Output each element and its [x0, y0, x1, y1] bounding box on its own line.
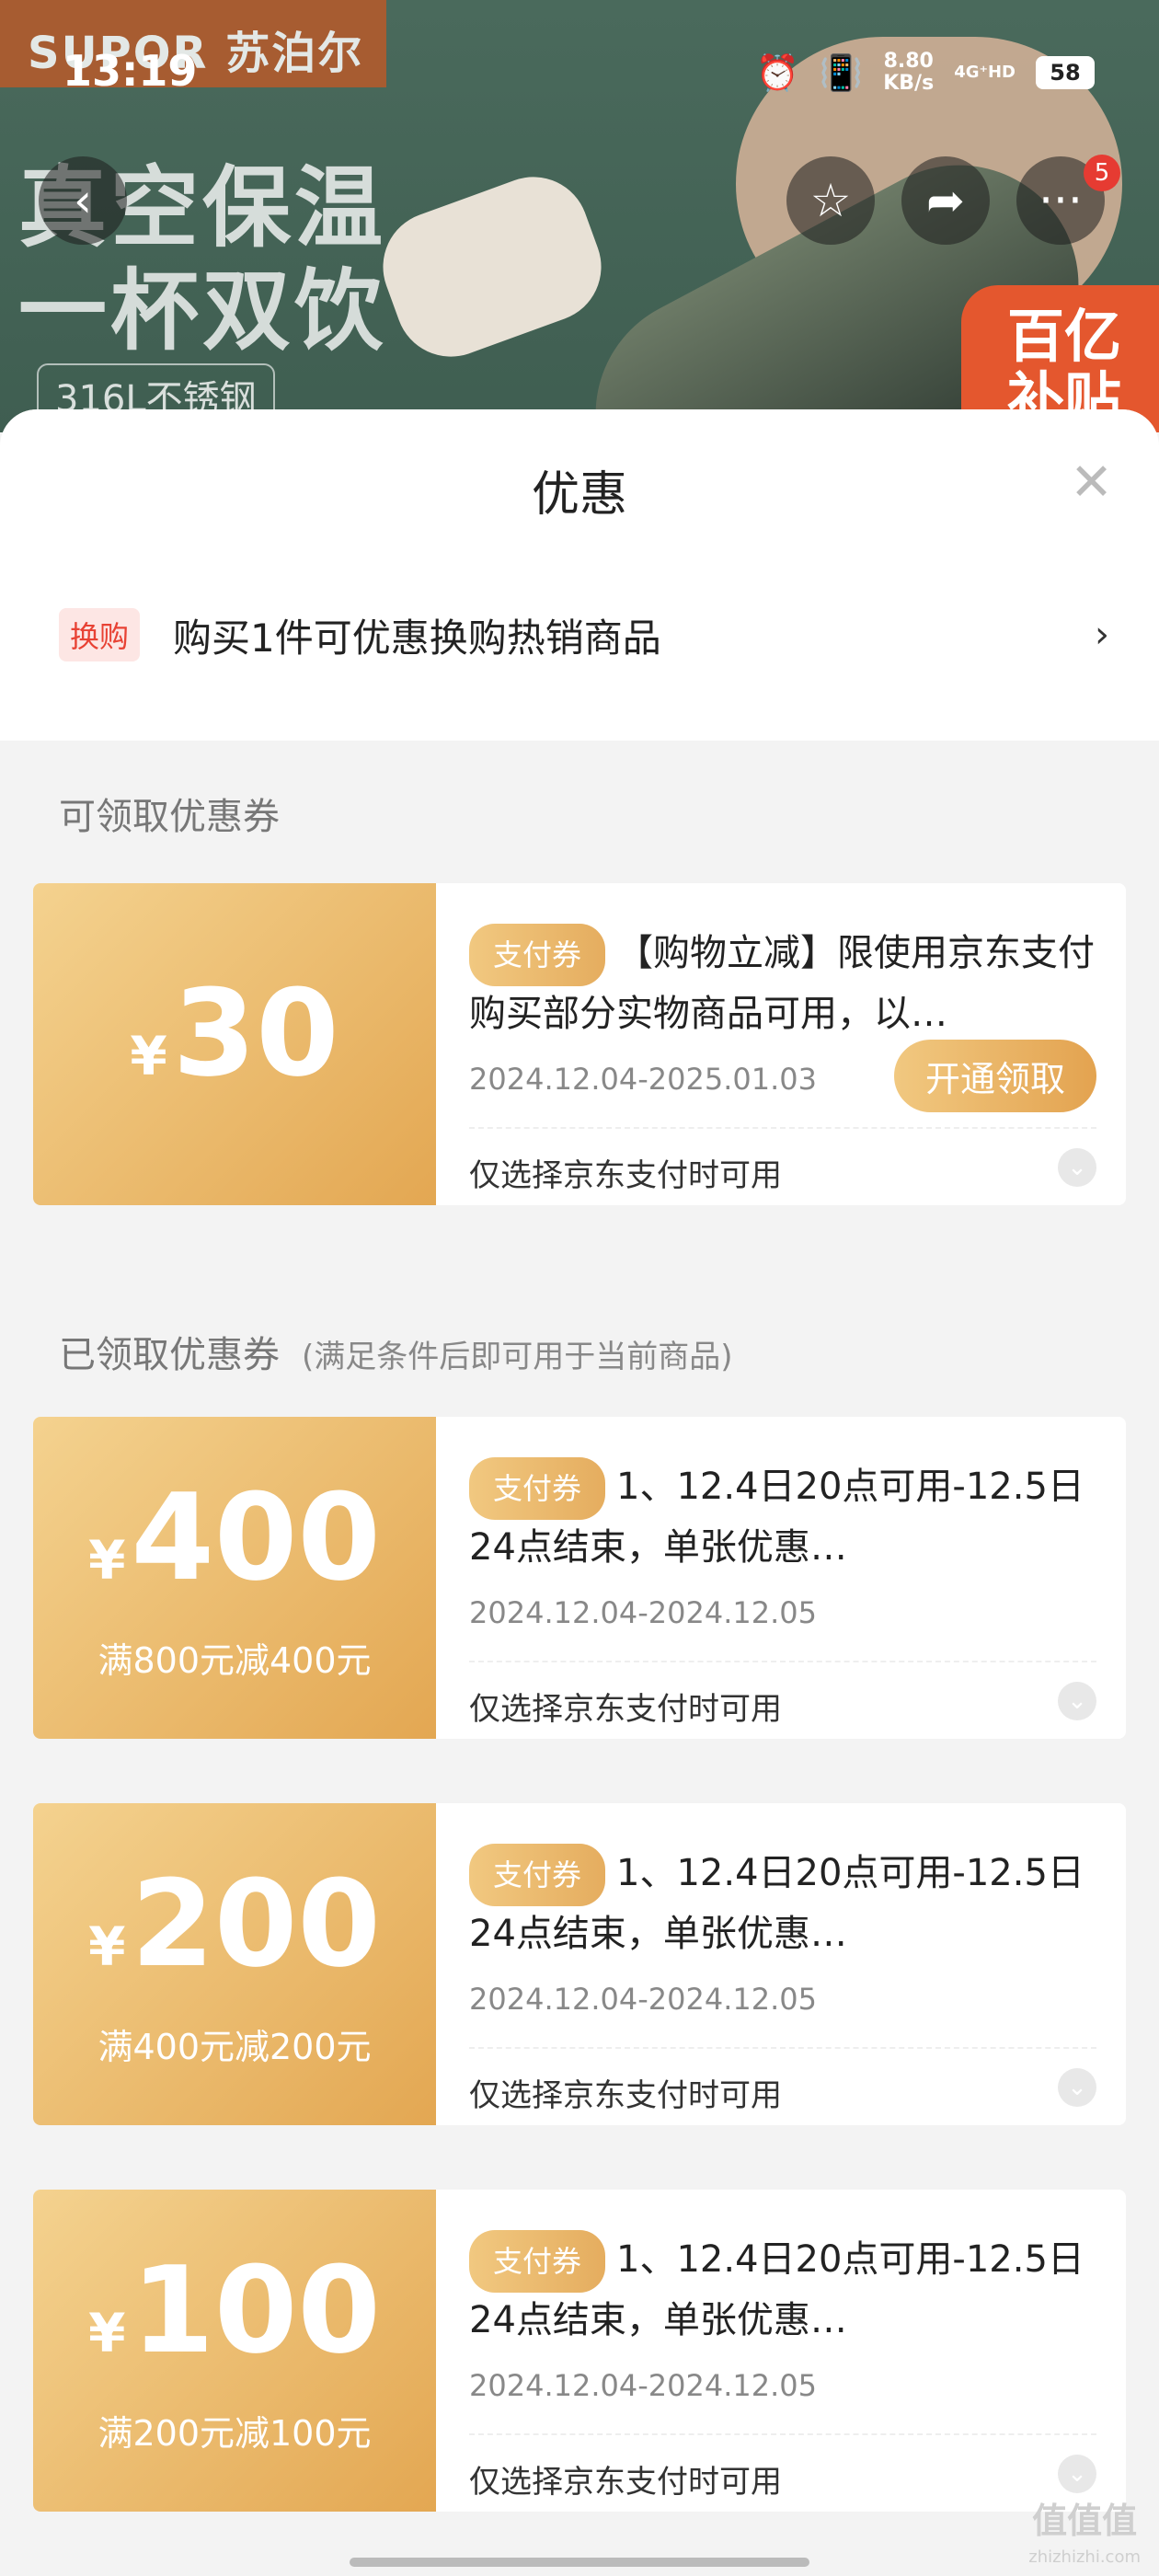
- swap-tag: 换购: [59, 608, 141, 661]
- claim-button[interactable]: 开通领取: [893, 1040, 1096, 1112]
- star-icon: ☆: [809, 174, 852, 227]
- coupon-note: 仅选择京东支付时可用: [469, 1691, 782, 1728]
- coupon-note: 仅选择京东支付时可用: [469, 2464, 782, 2501]
- coupon-condition: 满800元减400元: [98, 1640, 372, 1681]
- status-bar: 13:19 ⏰ 📳 8.80 KB/s 4G⁺HD 58: [0, 0, 1159, 147]
- net-speed: 8.80 KB/s: [883, 50, 935, 95]
- more-badge: 5: [1084, 155, 1120, 191]
- coupon-tag: 支付券: [469, 2230, 606, 2293]
- coupon-condition: 满200元减100元: [98, 2413, 372, 2454]
- coupon-date: 2024.12.04-2024.12.05: [469, 1982, 817, 2017]
- chevron-down-icon[interactable]: ⌄: [1058, 1682, 1096, 1720]
- coupon-tag: 支付券: [469, 1457, 606, 1520]
- available-coupons-title: 可领取优惠券: [59, 796, 280, 838]
- coupon-amount-panel: ¥100 满200元减100元: [33, 2190, 436, 2512]
- home-indicator[interactable]: [350, 2558, 809, 2567]
- battery-icon: 58: [1036, 56, 1095, 89]
- hero-headline-2: 一杯双饮: [18, 259, 386, 362]
- close-button[interactable]: ✕: [1070, 457, 1113, 509]
- claimed-hint: (满足条件后即可用于当前商品): [302, 1339, 733, 1375]
- coupon-amount: ¥400: [88, 1467, 381, 1607]
- coupon-amount-panel: ¥400 满800元减400元: [33, 1417, 436, 1739]
- coupon-note: 仅选择京东支付时可用: [469, 1157, 782, 1194]
- coupon-amount: ¥200: [88, 1854, 381, 1994]
- back-button[interactable]: ‹: [39, 156, 127, 245]
- coupon-amount-panel: ¥30: [33, 883, 436, 1205]
- watermark: 值值值 zhizhizhi.com: [1028, 2501, 1141, 2567]
- coupon-card: ¥30 支付券 【购物立减】限使用京东支付购买部分实物商品可用，以… 2024.1…: [33, 883, 1126, 1205]
- chevron-down-icon[interactable]: ⌄: [1058, 2455, 1096, 2493]
- close-icon: ✕: [1070, 453, 1113, 512]
- sheet-title: 优惠: [531, 467, 627, 523]
- back-icon: ‹: [74, 174, 92, 227]
- chevron-down-icon[interactable]: ⌄: [1058, 1148, 1096, 1187]
- coupon-desc: 支付券 1、12.4日20点可用-12.5日24点结束，单张优惠…: [469, 1457, 1096, 1568]
- alarm-icon: ⏰: [755, 52, 799, 93]
- divider: [469, 1127, 1096, 1129]
- coupon-card: ¥200 满400元减200元 支付券 1、12.4日20点可用-12.5日24点…: [33, 1803, 1126, 2125]
- coupon-note: 仅选择京东支付时可用: [469, 2077, 782, 2114]
- swap-text: 购买1件可优惠换购热销商品: [173, 615, 661, 661]
- coupon-amount-panel: ¥200 满400元减200元: [33, 1803, 436, 2125]
- coupon-sheet: 优惠 ✕ 换购 购买1件可优惠换购热销商品 › 可领取优惠券 ¥30 支付券 【购…: [0, 409, 1159, 2576]
- status-time: 13:19: [63, 46, 198, 96]
- coupon-tag: 支付券: [469, 924, 606, 986]
- coupon-tag: 支付券: [469, 1844, 606, 1906]
- vibrate-icon: 📳: [819, 52, 864, 93]
- more-icon: ···: [1039, 174, 1083, 227]
- coupon-card: ¥100 满200元减100元 支付券 1、12.4日20点可用-12.5日24点…: [33, 2190, 1126, 2512]
- coupon-amount: ¥30: [130, 962, 339, 1103]
- chevron-down-icon[interactable]: ⌄: [1058, 2068, 1096, 2107]
- swap-row[interactable]: 换购 购买1件可优惠换购热销商品 ›: [0, 584, 1159, 685]
- favorite-button[interactable]: ☆: [786, 156, 875, 245]
- divider: [469, 2433, 1096, 2435]
- coupon-desc: 支付券 【购物立减】限使用京东支付购买部分实物商品可用，以…: [469, 924, 1096, 1034]
- signal-icon: 4G⁺HD: [954, 63, 1016, 82]
- coupon-date: 2024.12.04-2024.12.05: [469, 2368, 817, 2403]
- coupon-desc: 支付券 1、12.4日20点可用-12.5日24点结束，单张优惠…: [469, 1844, 1096, 1954]
- divider: [469, 1661, 1096, 1662]
- coupon-date: 2024.12.04-2024.12.05: [469, 1595, 817, 1630]
- coupon-desc: 支付券 1、12.4日20点可用-12.5日24点结束，单张优惠…: [469, 2230, 1096, 2340]
- coupon-condition: 满400元减200元: [98, 2027, 372, 2067]
- coupon-card: ¥400 满800元减400元 支付券 1、12.4日20点可用-12.5日24点…: [33, 1417, 1126, 1739]
- claimed-coupons-title: 已领取优惠券 (满足条件后即可用于当前商品): [59, 1334, 733, 1376]
- coupon-amount: ¥100: [88, 2240, 381, 2380]
- divider: [469, 2047, 1096, 2049]
- lid-graphic: [367, 161, 617, 373]
- share-button[interactable]: ➦: [901, 156, 990, 245]
- chevron-right-icon: ›: [1095, 614, 1109, 656]
- share-icon: ➦: [926, 174, 965, 227]
